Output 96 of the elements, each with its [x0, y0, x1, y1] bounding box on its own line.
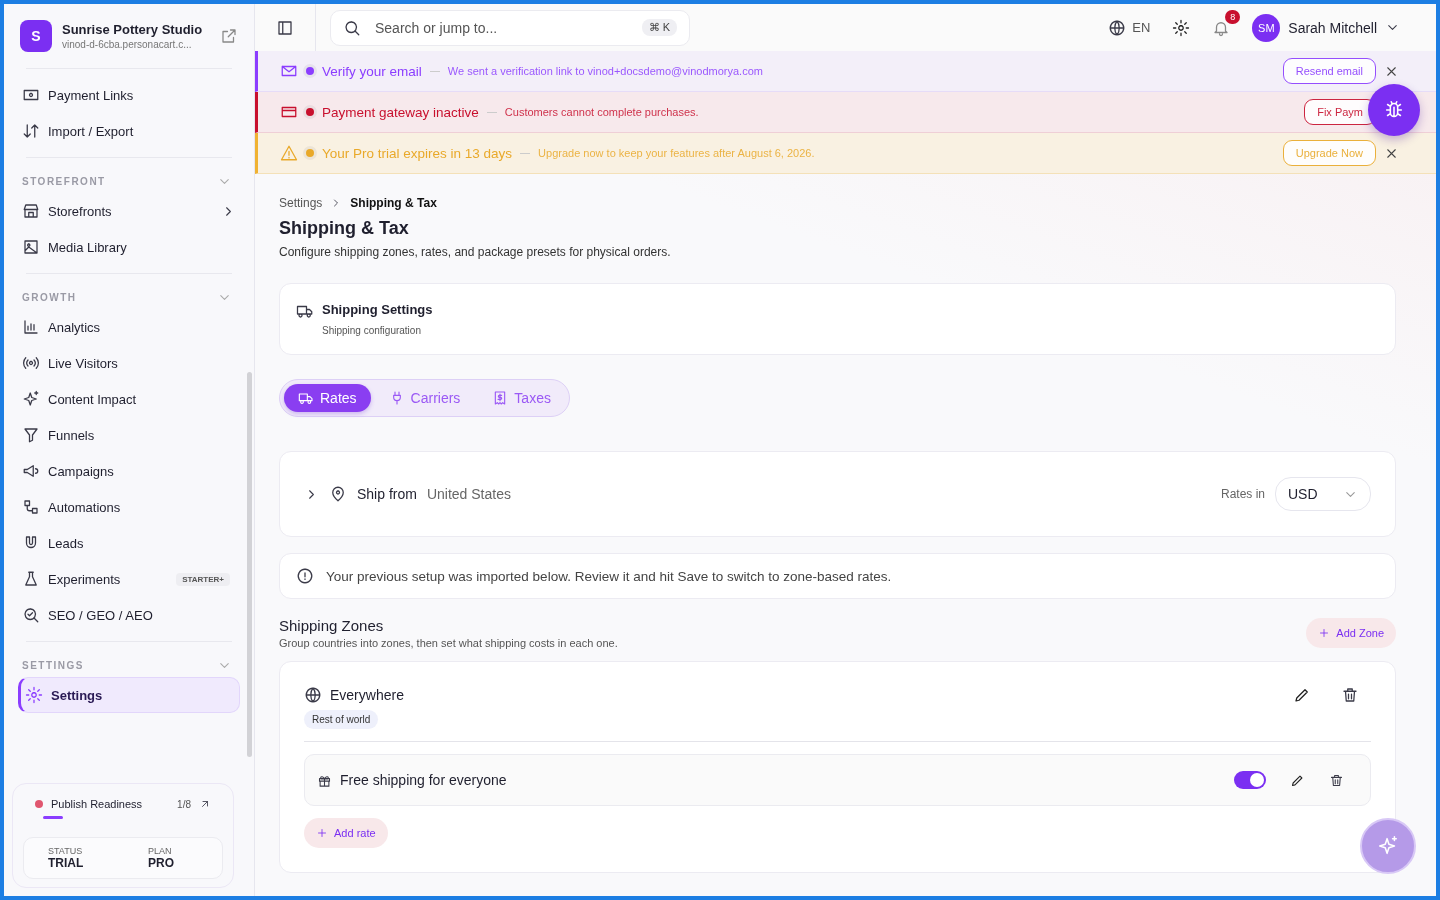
settings-icon — [25, 686, 43, 704]
warning-icon — [280, 144, 298, 162]
info-icon — [296, 567, 314, 585]
store-name: Sunrise Pottery Studio — [62, 22, 204, 37]
scrollbar[interactable] — [247, 372, 252, 757]
shortcut-hint: ⌘ K — [641, 19, 677, 36]
rate-name: Free shipping for everyone — [340, 772, 507, 788]
nav-item[interactable]: Experiments STARTER+ — [18, 561, 240, 597]
store-logo: S — [20, 20, 52, 52]
nav-item[interactable]: Content Impact — [18, 381, 240, 417]
ship-from-label: Ship from — [357, 486, 417, 502]
nav-item[interactable]: Import / Export — [18, 113, 240, 149]
search-field[interactable]: Search or jump to... ⌘ K — [330, 9, 690, 46]
section-title: GROWTH — [22, 292, 77, 303]
stat-label: STATUS — [48, 846, 84, 856]
banner-message: Customers cannot complete purchases. — [504, 106, 699, 118]
page-title: Shipping & Tax — [279, 218, 410, 239]
arrows-icon — [22, 122, 40, 140]
tab[interactable]: Taxes — [478, 384, 565, 412]
search-icon — [343, 18, 361, 37]
status-dot — [306, 67, 314, 75]
nav-item[interactable]: Payment Links — [18, 77, 240, 113]
status-dot — [306, 108, 314, 116]
external-link-icon[interactable] — [220, 27, 238, 45]
section-subtitle: Group countries into zones, then set what shipping costs in each one. — [279, 637, 618, 649]
nav-item[interactable]: Campaigns — [18, 453, 240, 489]
search-check-icon — [22, 606, 40, 624]
plus-icon — [316, 827, 328, 839]
section-title: SETTINGS — [22, 660, 84, 671]
bar-chart-icon — [22, 318, 40, 336]
add-rate-button[interactable]: Add rate — [304, 818, 388, 848]
user-menu[interactable]: SM Sarah Mitchell — [1252, 13, 1400, 42]
nav-item[interactable]: Automations — [18, 489, 240, 525]
readiness-label: Publish Readiness — [51, 798, 144, 810]
stat-value: TRIAL — [48, 856, 85, 870]
sparkles-icon — [22, 390, 40, 408]
readiness-count: 1/8 — [177, 798, 191, 810]
card-title: Shipping Settings — [322, 302, 433, 317]
globe-icon — [1108, 18, 1127, 37]
map-pin-icon — [329, 485, 347, 503]
stat-label: PLAN — [148, 846, 173, 856]
nav-item[interactable]: Analytics — [18, 309, 240, 345]
breadcrumb-link[interactable]: Settings — [279, 196, 323, 210]
nav-item[interactable]: Storefronts — [18, 193, 240, 229]
zone-tag: Rest of world — [304, 710, 379, 729]
broadcast-icon — [22, 354, 40, 372]
image-icon — [22, 238, 40, 256]
banner-message: Upgrade now to keep your features after August 6, 2026. — [538, 147, 815, 159]
toggle-switch[interactable] — [1234, 771, 1266, 789]
tab[interactable]: Carriers — [374, 384, 475, 412]
search-input[interactable]: Search or jump to... — [373, 18, 630, 37]
sun-icon[interactable] — [1172, 18, 1191, 37]
notification-count: 8 — [1225, 9, 1241, 24]
banner-message: We sent a verification link to vinod+docsdemo@vinodmorya.com — [447, 65, 763, 77]
plan-badge: STARTER+ — [176, 572, 230, 586]
zone-name: Everywhere — [330, 687, 404, 703]
section-title: STOREFRONT — [22, 176, 106, 187]
section-title: Shipping Zones — [279, 617, 385, 634]
megaphone-icon — [22, 462, 40, 480]
funnel-icon — [22, 426, 40, 444]
notice-text: Your previous setup was imported below. Review it and hit Save to switch to zone-based rates. — [326, 568, 892, 584]
page-subtitle: Configure shipping zones, rates, and package presets for physical orders. — [279, 245, 672, 259]
banner-title: Verify your email — [322, 63, 422, 79]
banner-title: Your Pro trial expires in 13 days — [322, 145, 513, 161]
language-button[interactable]: EN — [1108, 18, 1151, 37]
ship-from-value: United States — [426, 486, 511, 502]
tab[interactable]: Rates — [284, 384, 371, 412]
rates-label: Rates in — [1220, 487, 1265, 501]
sidebar-toggle-icon[interactable] — [276, 18, 294, 37]
delete-icon[interactable] — [1329, 772, 1344, 788]
store-url: vinod-d-6cba.personacart.c... — [62, 39, 193, 50]
delete-icon[interactable] — [1341, 686, 1359, 704]
plus-icon — [1318, 627, 1331, 639]
nav-item[interactable]: Settings — [18, 677, 240, 713]
add-zone-button[interactable]: Add Zone — [1306, 618, 1396, 648]
edit-icon[interactable] — [1293, 686, 1311, 704]
banner-action-button[interactable]: Resend email — [1282, 58, 1376, 84]
truck-icon — [298, 390, 314, 406]
arrow-up-right-icon[interactable] — [199, 798, 211, 810]
nav-item[interactable]: Media Library — [18, 229, 240, 265]
nav-item[interactable]: Live Visitors — [18, 345, 240, 381]
stat-value: PRO — [148, 856, 175, 870]
banner-title: Payment gateway inactive — [322, 104, 479, 120]
nav-item[interactable]: Funnels — [18, 417, 240, 453]
nav-item[interactable]: SEO / GEO / AEO — [18, 597, 240, 633]
flask-icon — [22, 570, 40, 588]
breadcrumb-current: Shipping & Tax — [350, 196, 437, 210]
currency-select[interactable]: USD — [1275, 477, 1371, 511]
avatar: SM — [1252, 13, 1281, 42]
sparkles-icon — [1377, 835, 1399, 857]
workflow-icon — [22, 498, 40, 516]
nav-item[interactable]: Leads — [18, 525, 240, 561]
card-subtitle: Shipping configuration — [322, 325, 422, 336]
store-icon — [22, 202, 40, 220]
globe-icon — [304, 686, 322, 704]
status-dot — [306, 149, 314, 157]
